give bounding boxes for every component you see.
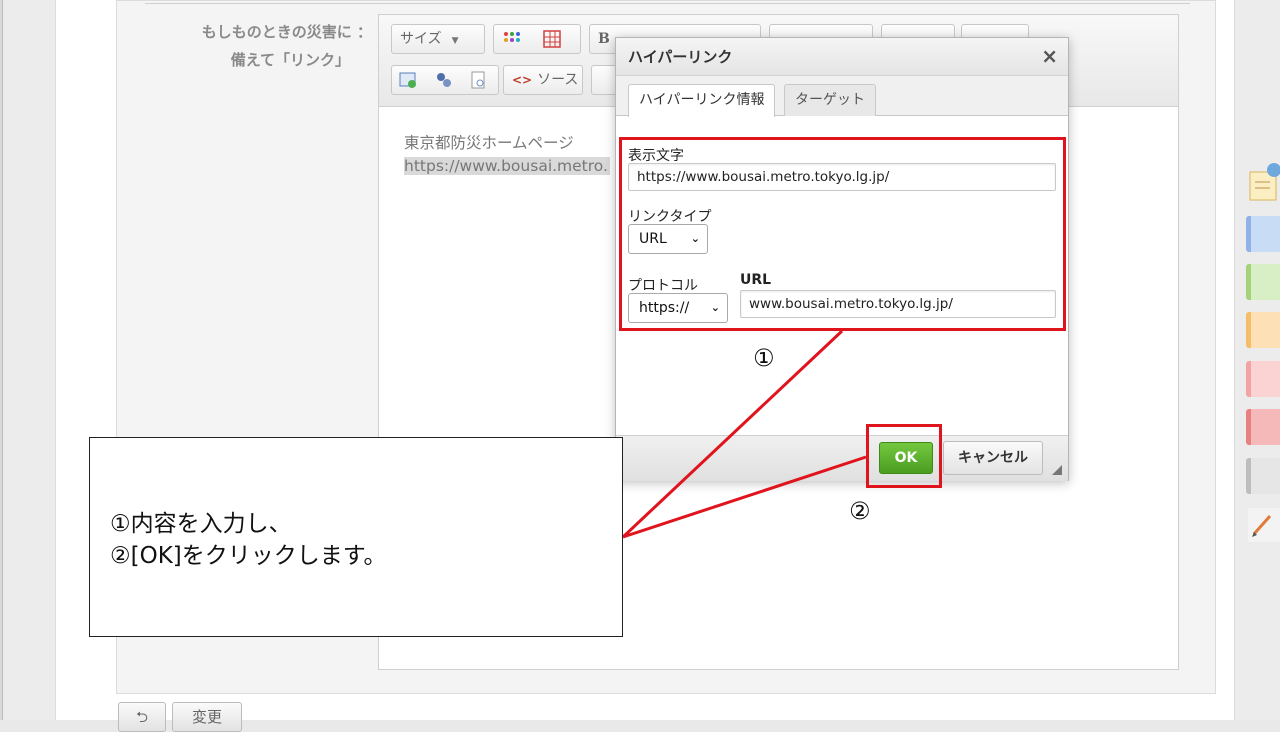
screenshot-stage: もしものときの災害に ： 備えて「リンク」 サイズ ▼ B <> ソース 東京都… bbox=[0, 0, 1280, 732]
callout-line-1: ①内容を入力し、 bbox=[110, 511, 292, 537]
instruction-callout: ①内容を入力し、 ②[OK]をクリックします。 bbox=[89, 437, 623, 637]
callout-line-2: ②[OK]をクリックします。 bbox=[110, 543, 387, 569]
leader-line-2 bbox=[622, 455, 867, 539]
leader-line-1 bbox=[621, 329, 844, 539]
